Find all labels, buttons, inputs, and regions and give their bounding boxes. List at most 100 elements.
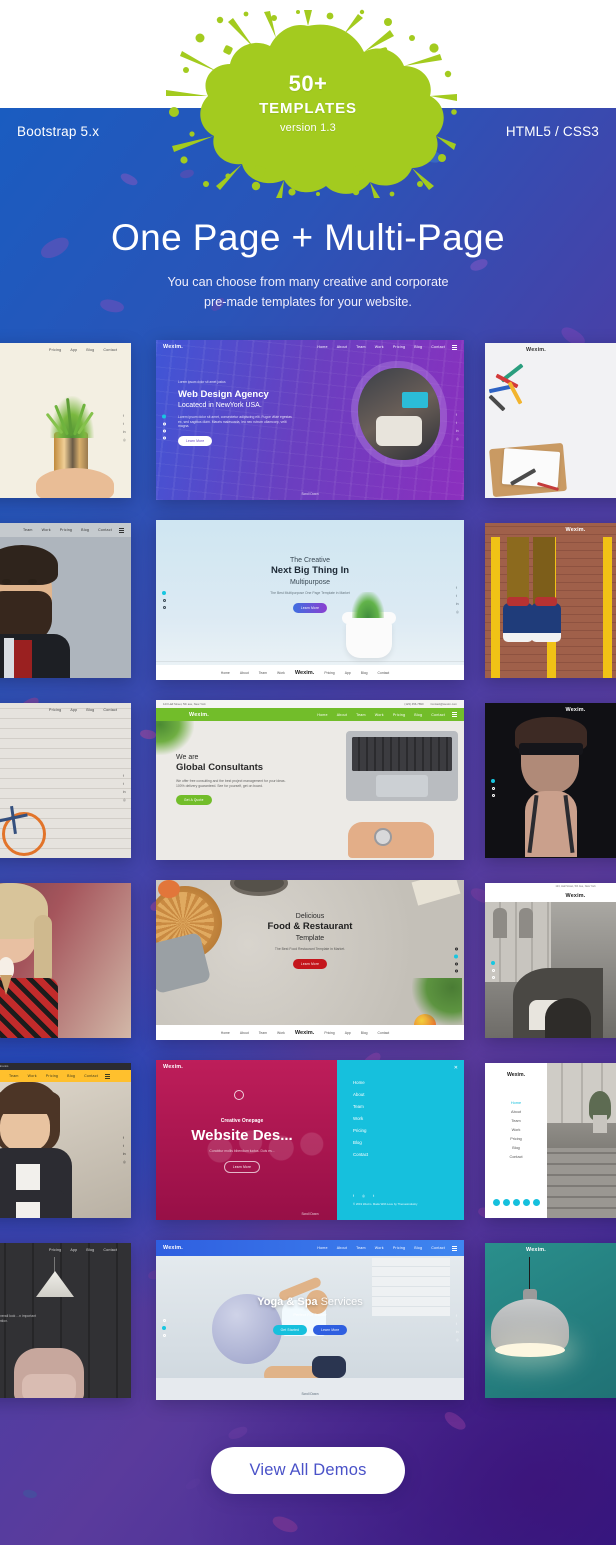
menu-item[interactable]: Pricing [353,1128,368,1133]
facebook-icon[interactable]: f [456,413,459,417]
mini-nav-link[interactable]: Pricing [49,348,61,352]
dot[interactable] [491,976,495,979]
menu-item[interactable]: Contact [485,1155,547,1159]
mini-nav-link[interactable]: About [240,1031,249,1035]
mini-nav-link[interactable]: About [337,1246,347,1250]
mini-social-icons[interactable]: f t in ◎ [123,774,126,802]
mini-nav-link[interactable]: Contact [103,348,117,352]
menu-item[interactable]: About [353,1092,368,1097]
mini-nav-link[interactable]: Team [23,528,33,532]
hamburger-icon[interactable] [452,1245,457,1251]
mini-nav-link[interactable]: Pricing [49,708,61,712]
dot[interactable] [162,1334,166,1337]
mini-nav-link[interactable]: Contact [431,345,445,349]
mini-nav-link[interactable]: Contact [84,1074,98,1078]
mini-nav-link[interactable]: Work [375,1246,384,1250]
thumb-global-consultants[interactable]: 123 Hall Street, 5th ave, New York (123)… [156,700,464,860]
mini-nav-link[interactable]: Home [317,1246,327,1250]
mini-nav-link[interactable]: Blog [81,528,89,532]
mini-nav-link[interactable]: Blog [361,1031,368,1035]
twitter-icon[interactable]: t [123,782,126,786]
thumb-side-menu-layout[interactable]: Wexim. Home About Team Work Pricing Blog… [485,1063,616,1218]
mini-nav-link[interactable]: Blog [361,671,368,675]
linkedin-icon[interactable] [512,1199,520,1206]
linkedin-icon[interactable]: in [456,429,459,433]
hamburger-icon[interactable] [452,712,457,717]
mini-nav-link[interactable]: Home [317,345,327,349]
linkedin-icon[interactable]: in [456,1330,459,1334]
mini-nav-link[interactable]: Contact [378,671,390,675]
dot[interactable] [454,969,458,973]
mini-logo[interactable]: Wexim. [295,1030,314,1036]
dot-active[interactable] [454,954,458,959]
mini-slide-dots[interactable] [491,778,495,797]
twitter-icon[interactable]: t [456,594,459,598]
youtube-icon[interactable] [532,1199,540,1206]
mini-slide-dots[interactable] [162,591,166,609]
mini-nav-link[interactable]: Blog [67,1074,75,1078]
instagram-icon[interactable] [522,1199,530,1206]
mini-social-icons[interactable]: f t in ◎ [123,1136,126,1164]
mini-logo[interactable]: Wexim. [163,1245,183,1251]
thumb-ice-cream-girl[interactable] [0,883,131,1038]
dot[interactable] [491,793,495,797]
mini-logo[interactable]: Wexim. [163,344,183,350]
mini-logo[interactable]: Wexim. [566,707,586,713]
dot[interactable] [162,436,166,440]
mini-social-icons[interactable]: f t in ◎ [456,586,459,614]
mini-nav-link[interactable]: Work [28,1074,37,1078]
mini-slide-dots[interactable] [162,414,166,440]
thumb-businesswoman[interactable]: (123) 456-7890 Contact@wexim.com Team Wo… [0,1063,131,1218]
mini-nav-link[interactable]: Pricing [46,1074,58,1078]
thumb-dark-one-page[interactable]: Pricing App Blog Contact ...ne Page ...p… [0,1243,131,1398]
mini-logo[interactable]: Wexim. [485,1072,547,1078]
dot[interactable] [162,1319,166,1322]
mini-logo[interactable]: Wexim. [189,712,209,718]
facebook-icon[interactable]: f [456,1314,459,1318]
dot-active[interactable] [491,961,495,965]
linkedin-icon[interactable]: in [123,1152,126,1156]
facebook-icon[interactable]: f [456,586,459,590]
mini-nav-link[interactable]: Home [221,671,230,675]
mini-side-panel[interactable]: Wexim. Home About Team Work Pricing Blog… [485,1063,547,1218]
mini-nav-link[interactable]: Home [221,1031,230,1035]
mini-nav-link[interactable]: Blog [86,348,94,352]
mini-slide-dots[interactable] [491,961,495,979]
facebook-icon[interactable]: f [353,1194,354,1198]
mini-nav-link[interactable]: Contact [378,1031,390,1035]
dot[interactable] [162,429,166,433]
mini-social-icons[interactable]: f t in ◎ [456,413,459,441]
mini-nav-link[interactable]: About [337,713,347,717]
thumb-web-design-agency[interactable]: Wexim. Home About Team Work Pricing Blog… [156,340,464,500]
mini-nav-link[interactable]: Pricing [49,1248,61,1252]
mini-nav-link[interactable]: Contact [431,713,445,717]
mini-cta-button-secondary[interactable]: Learn More [313,1324,348,1335]
mini-nav-link[interactable]: App [70,708,77,712]
linkedin-icon[interactable]: in [123,430,126,434]
instagram-icon[interactable]: ◎ [123,798,126,802]
mini-nav-link[interactable]: App [70,1248,77,1252]
menu-item[interactable]: Team [485,1119,547,1123]
mini-nav-link[interactable]: App [70,348,77,352]
twitter-icon[interactable]: t [456,1322,459,1326]
thumb-next-big-thing[interactable]: The Creative Next Big Thing In Multipurp… [156,520,464,680]
mini-nav-link[interactable]: Team [356,345,366,349]
thumb-yoga-spa[interactable]: Wexim. Home About Team Work Pricing Blog… [156,1240,464,1400]
mini-nav-link[interactable]: Work [277,1031,285,1035]
linkedin-icon[interactable]: in [123,790,126,794]
menu-item-active[interactable]: Home [485,1101,547,1105]
mini-nav-link[interactable]: Work [42,528,51,532]
mini-slide-dots[interactable] [454,947,458,973]
menu-item[interactable]: Contact [353,1152,368,1157]
facebook-icon[interactable] [492,1199,500,1206]
dot[interactable] [162,599,166,602]
thumb-creative-corporate[interactable]: 123, Hall Street, 5th Ave, New York Wexi… [485,883,616,1038]
mini-nav-link[interactable]: Team [259,1031,267,1035]
mini-logo[interactable]: Wexim. [566,893,586,899]
mini-nav-link[interactable]: Contact [103,708,117,712]
menu-item[interactable]: Blog [353,1140,368,1145]
mini-nav-link[interactable]: Contact [431,1246,445,1250]
view-all-demos-button[interactable]: View All Demos [211,1447,405,1494]
facebook-icon[interactable]: f [123,1136,126,1140]
mini-footer-nav[interactable]: Home About Team Work Wexim. Pricing App … [156,665,464,680]
